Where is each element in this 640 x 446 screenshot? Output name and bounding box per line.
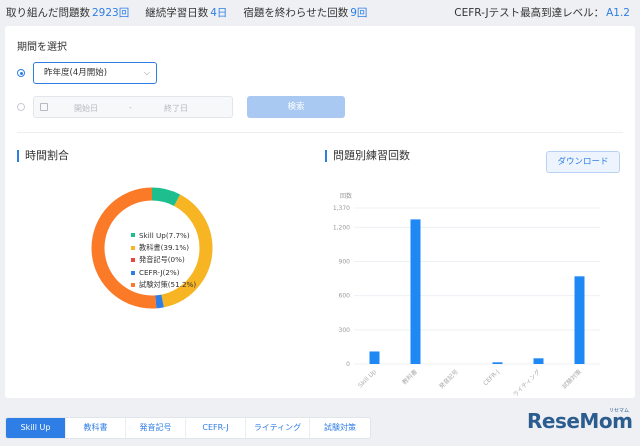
donut-legend: Skill Up(7.7%) 教科書(39.1%) 発音記号(0%) CEFR-J(2… [131,229,196,292]
legend-swatch [131,270,135,275]
legend-label: 試験対策(51.2%) [139,280,197,290]
tab-2[interactable]: 発音記号 [126,418,186,438]
logo-kana: リセマム [608,408,629,414]
stat-homework-value: 9回 [350,6,368,19]
legend-label: CEFR-J(2%) [139,268,180,278]
bar [533,358,544,364]
x-tick-label: 教科書 [401,368,419,386]
end-date-placeholder: 終了日 [164,104,188,113]
tab-0[interactable]: Skill Up [6,418,66,438]
search-button[interactable]: 検索 [247,96,345,118]
y-tick-label: 1,200 [333,224,350,231]
legend-label: 教科書(39.1%) [139,242,190,252]
y-tick-label: 1,370 [333,205,350,212]
bar [410,219,421,364]
stat-homework-label: 宿題を終わらせた回数 [243,6,349,19]
radio-custom-period[interactable] [17,103,25,111]
x-tick-label: 試験対策 [560,368,583,391]
legend-item: 発音記号(0%) [131,254,196,267]
legend-item: CEFR-J(2%) [131,267,196,280]
period-select-value: 昨年度(4月開始) [44,68,108,78]
legend-item: Skill Up(7.7%) [131,229,196,242]
stat-level-label: CEFR-Jテスト最高到達レベル： [454,6,605,19]
y-tick-label: 300 [339,327,351,334]
bar [574,276,585,364]
chevron-down-icon: ⌵ [143,68,150,77]
y-tick-label: 600 [339,293,351,300]
legend-label: 発音記号(0%) [139,255,185,265]
stat-level-value: A1.2 [606,6,630,19]
tab-3[interactable]: CEFR-J [186,418,246,438]
bar [369,351,380,364]
y-tick-label: 900 [339,259,351,266]
tab-5[interactable]: 試験対策 [310,418,370,438]
divider [17,132,623,133]
practice-count-bar-chart: 回数 0 300 600 900 1,200 1,370 Skill Up 教科書 発音記号 CEF… [333,192,600,398]
legend-swatch [131,233,135,238]
legend-swatch [131,283,135,288]
stat-problems-label: 取り組んだ問題数 [6,6,90,19]
stat-streak-label: 継続学習日数 [145,6,209,19]
tab-4[interactable]: ライティング [246,418,310,438]
time-ratio-title: 時間割合 [17,150,69,162]
stat-streak-value: 4日 [210,6,228,19]
legend-label: Skill Up(7.7%) [139,230,190,240]
legend-item: 試験対策(51.2%) [131,279,196,292]
x-tick-label: ライティング [511,368,542,398]
stat-problems: 取り組んだ問題数 2923回 [6,5,129,20]
y-tick-label: 0 [346,361,350,368]
x-tick-label: 発音記号 [437,368,460,391]
legend-swatch [131,258,135,263]
category-tabs: Skill Up 教科書 発音記号 CEFR-J ライティング 試験対策 [5,417,371,439]
radio-preset-period[interactable] [17,69,25,77]
stats-bar: 取り組んだ問題数 2923回 継続学習日数 4日 宿題を終わらせた回数 9回 CEFR… [0,0,640,24]
period-label: 期間を選択 [17,42,67,53]
stat-homework: 宿題を終わらせた回数 9回 [243,5,367,20]
stat-streak: 継続学習日数 4日 [145,5,227,20]
calendar-icon [40,103,48,111]
date-range-input[interactable]: 開始日 - 終了日 [33,96,233,118]
start-date-placeholder: 開始日 [74,104,98,113]
stat-level: CEFR-Jテスト最高到達レベル： A1.2 [454,5,630,20]
x-tick-label: Skill Up [357,368,378,389]
bar [492,362,503,364]
period-select[interactable]: 昨年度(4月開始) ⌵ [33,62,157,84]
x-tick-label: CEFR-J [482,368,501,387]
legend-item: 教科書(39.1%) [131,242,196,255]
stat-problems-value: 2923回 [92,6,130,19]
date-separator: - [129,103,132,112]
resemom-logo: ReseMom リセマム [527,407,635,441]
tab-1[interactable]: 教科書 [66,418,126,438]
y-axis-label: 回数 [340,192,352,200]
legend-swatch [131,245,135,250]
